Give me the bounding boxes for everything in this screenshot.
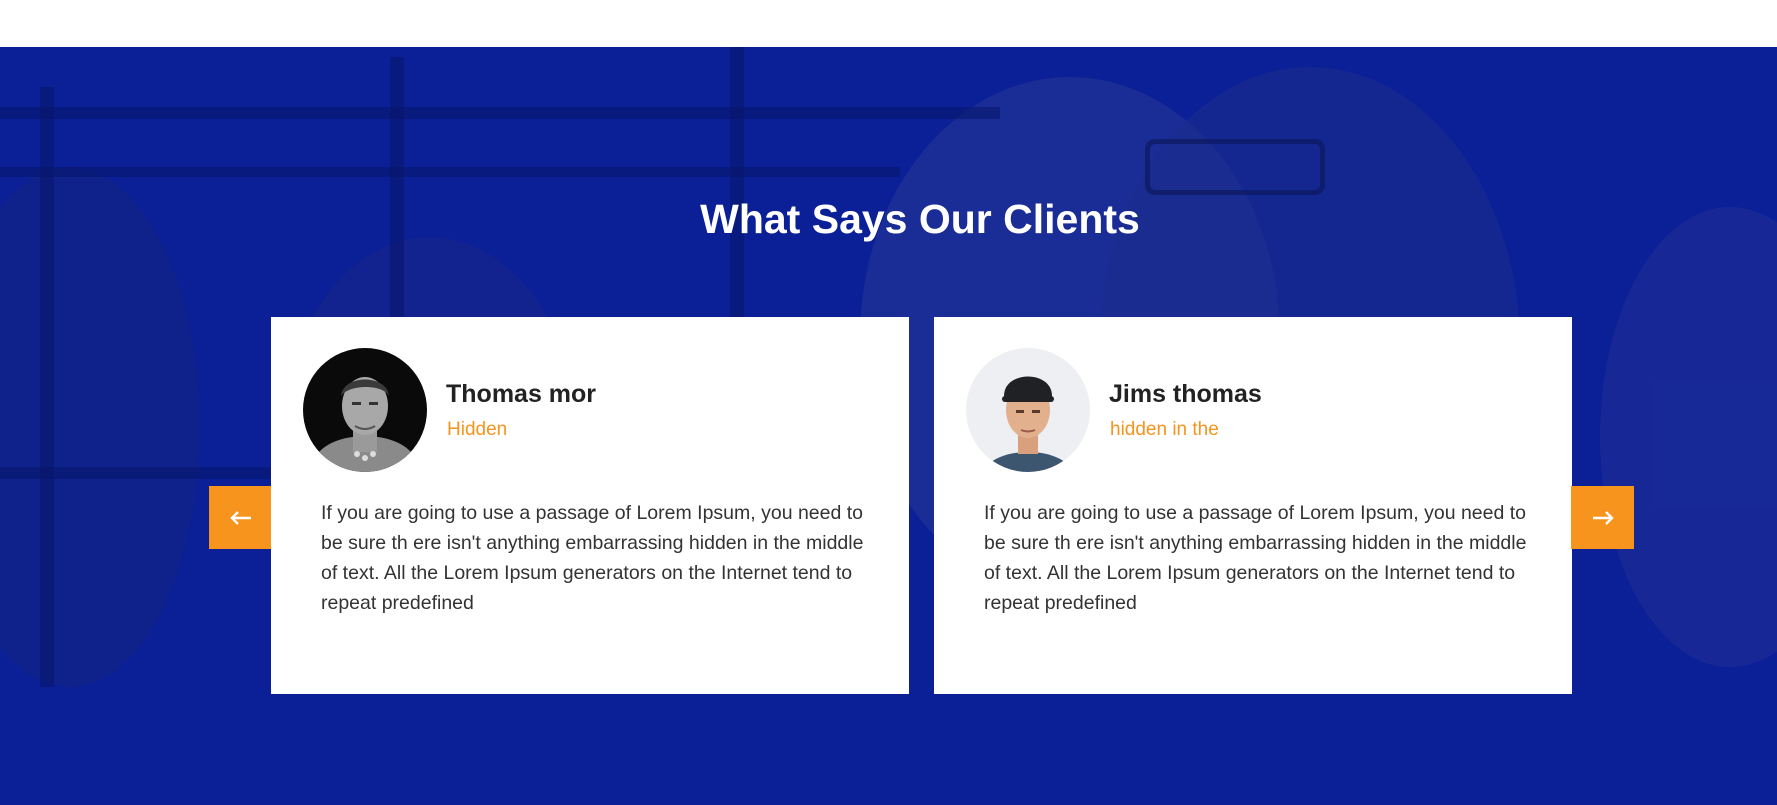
testimonial-text: If you are going to use a passage of Lor… xyxy=(321,502,864,614)
background-window-frame xyxy=(40,87,54,687)
client-avatar xyxy=(966,348,1090,472)
person-portrait-icon xyxy=(966,348,1090,472)
client-avatar xyxy=(303,348,427,472)
next-testimonial-button[interactable] xyxy=(1571,486,1634,549)
background-photo-shape xyxy=(0,167,200,687)
testimonial-card: Thomas mor Hidden If you are going to us… xyxy=(271,317,909,694)
testimonial-text: If you are going to use a passage of Lor… xyxy=(984,502,1527,614)
client-role: hidden in the xyxy=(1110,419,1219,440)
arrow-left-icon xyxy=(229,510,251,525)
top-header-bar xyxy=(0,0,1777,47)
client-role: Hidden xyxy=(447,419,508,440)
arrow-right-icon xyxy=(1592,510,1614,525)
testimonials-section: What Says Our Clients Thomas mor Hidden … xyxy=(0,47,1777,805)
person-portrait-icon xyxy=(303,348,427,472)
testimonial-card: Jims thomas hidden in the If you are goi… xyxy=(934,317,1572,694)
client-name: Jims thomas xyxy=(1109,380,1262,408)
background-window-frame xyxy=(0,107,1000,119)
background-window-frame xyxy=(0,167,900,177)
background-photo-shape xyxy=(1600,207,1777,667)
client-name: Thomas mor xyxy=(446,380,597,408)
background-glasses-shape xyxy=(1145,139,1325,195)
prev-testimonial-button[interactable] xyxy=(209,486,272,549)
section-title: What Says Our Clients xyxy=(700,196,1140,242)
